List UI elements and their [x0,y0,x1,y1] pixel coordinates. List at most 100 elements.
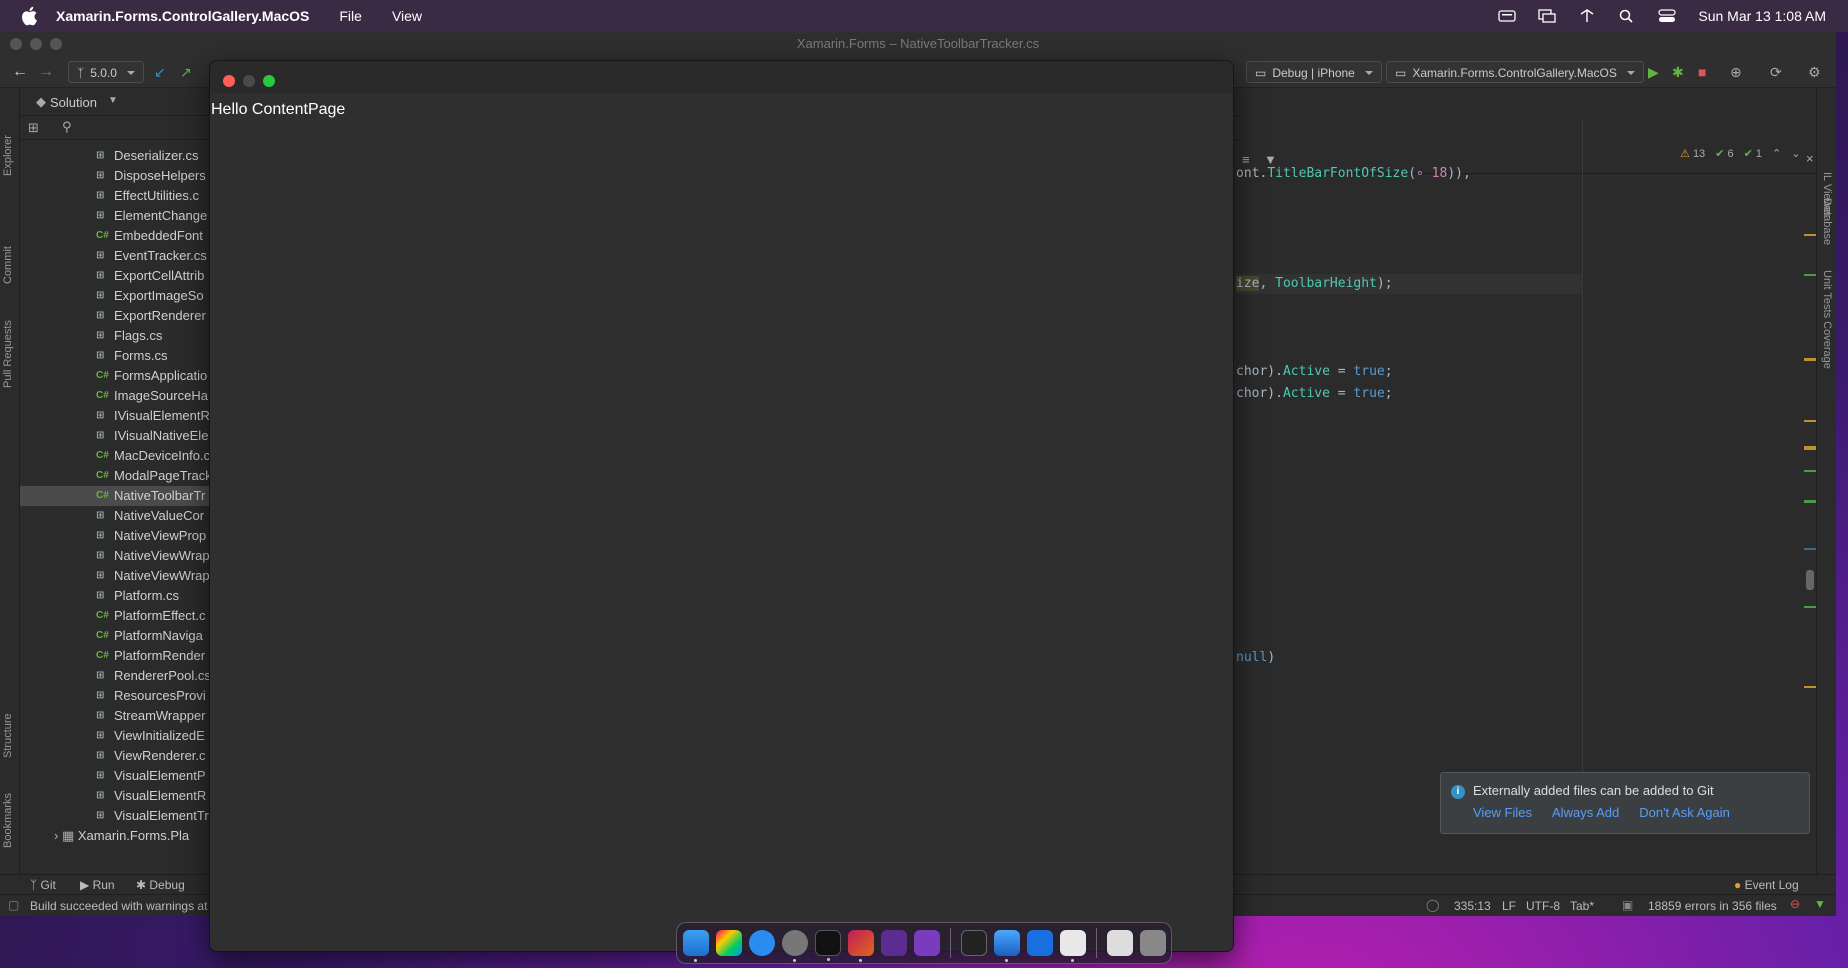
forward-arrow-icon[interactable]: → [38,61,54,83]
file-tree-item[interactable]: ⊞ Flags.cs [20,326,210,346]
minimize-button-inactive[interactable] [30,38,42,50]
file-tree-item[interactable]: ⊞ IVisualNativeEle [20,426,210,446]
dont-ask-again-link[interactable]: Don't Ask Again [1639,805,1730,820]
marker-warning[interactable] [1804,446,1816,450]
zoom-button-inactive[interactable] [50,38,62,50]
zoom-button[interactable] [263,75,275,87]
menu-file[interactable]: File [339,8,362,24]
file-tree-item[interactable]: C# NativeToolbarTr [20,486,210,506]
ok-count[interactable]: ✔ 1 [1744,147,1762,160]
file-tree-item[interactable]: C# PlatformRender [20,646,210,666]
always-add-link[interactable]: Always Add [1552,805,1619,820]
visual-studio-preview-icon[interactable] [914,930,940,956]
keyboard-icon[interactable] [1498,9,1517,23]
push-icon[interactable]: ↗ [180,61,192,83]
bootstrap-studio-icon[interactable] [1027,930,1053,956]
indent-setting[interactable]: Tab* [1570,899,1594,913]
weak-warning-count[interactable]: ✔ 6 [1715,147,1733,160]
marker-warning[interactable] [1804,420,1816,422]
marker-change[interactable] [1804,500,1816,503]
system-preferences-icon[interactable] [782,930,808,962]
trash-icon[interactable] [1140,930,1166,956]
update-project-icon[interactable]: ↙ [154,61,166,83]
run-target-selector[interactable]: ▭ Xamarin.Forms.ControlGallery.MacOS [1386,61,1644,83]
minimize-button[interactable] [243,75,255,87]
app-title-bar[interactable] [210,61,1233,93]
file-tree-item[interactable]: C# FormsApplicatio [20,366,210,386]
lock-icon[interactable]: ▣ [1622,898,1633,912]
app-menu-name[interactable]: Xamarin.Forms.ControlGallery.MacOS [56,8,309,24]
tab-run[interactable]: ▶ Run [80,878,115,892]
list-icon[interactable]: ≡ [1242,152,1250,167]
spotlight-search-icon[interactable] [1618,9,1636,23]
search-icon[interactable]: ⚲ [62,119,72,135]
attach-icon[interactable]: ⊕ [1730,61,1742,83]
menubar-clock[interactable]: Sun Mar 13 1:08 AM [1698,8,1826,24]
file-tree-item[interactable]: ⊞ Platform.cs [20,586,210,606]
file-tree-item[interactable]: ⊞ ExportCellAttrib [20,266,210,286]
network-icon[interactable] [1578,9,1596,23]
apple-icon[interactable] [18,4,42,28]
chevron-up-icon[interactable]: ⌃ [1772,147,1781,160]
event-log-tab[interactable]: ● Event Log [1734,878,1799,892]
solution-view-icon[interactable]: ◆ [36,94,46,110]
file-tree-item[interactable]: ⊞ Deserializer.cs [20,146,210,166]
tab-structure[interactable]: Structure [2,713,14,758]
launchpad-icon[interactable] [716,930,742,956]
stop-icon[interactable]: ■ [1698,61,1706,83]
tab-bookmarks[interactable]: Bookmarks [2,793,14,848]
file-encoding[interactable]: UTF-8 [1526,899,1560,913]
view-files-link[interactable]: View Files [1473,805,1532,820]
file-tree-item[interactable]: ⊞ ViewRenderer.c [20,746,210,766]
file-tree-item[interactable]: C# ModalPageTrack [20,466,210,486]
file-tree-item[interactable]: ⊞ NativeValueCor [20,506,210,526]
file-tree-item[interactable]: ⊞ VisualElementP [20,766,210,786]
tab-explorer[interactable]: Explorer [2,135,14,176]
collapse-all-icon[interactable]: ⊞ [28,120,39,136]
file-tree-item[interactable]: ⊞ EventTracker.cs [20,246,210,266]
error-indicator-icon[interactable]: ⊖ [1790,897,1800,911]
safari-icon[interactable] [749,930,775,956]
tab-unit-tests-coverage[interactable]: Unit Tests Coverage [1821,270,1833,369]
terminal-icon[interactable] [815,930,841,961]
tab-commit[interactable]: Commit [2,246,14,284]
toggle-tool-windows-icon[interactable]: ▢ [8,898,19,912]
file-tree-item[interactable]: ⊞ NativeViewWrap [20,546,210,566]
marker-change[interactable] [1804,606,1816,608]
close-icon[interactable]: × [1806,151,1814,166]
file-tree-item[interactable]: ⊞ ExportImageSo [20,286,210,306]
branch-selector[interactable]: ᛉ 5.0.0 [68,61,144,83]
file-tree-item[interactable]: ⊞ ResourcesProvi [20,686,210,706]
error-count[interactable]: 18859 errors in 356 files [1648,899,1777,913]
file-tree-item[interactable]: ⊞ VisualElementTr [20,806,210,826]
xcode-icon[interactable] [994,930,1020,962]
inspection-status-icon[interactable]: ▼ [1814,897,1826,911]
chevron-down-icon[interactable]: ⌄ [1791,147,1800,160]
menu-view[interactable]: View [392,8,422,24]
file-tree-item[interactable]: C# PlatformEffect.c [20,606,210,626]
file-tree-item[interactable]: ⊞ NativeViewWrap [20,566,210,586]
filter-icon[interactable]: ▼ [1264,152,1277,167]
warning-count[interactable]: ⚠ 13 [1680,147,1705,160]
chevron-down-icon[interactable]: ▼ [108,95,118,106]
status-message[interactable]: Build succeeded with warnings at [30,899,207,913]
run-icon[interactable]: ▶ [1648,61,1659,83]
file-tree-item[interactable]: ⊞ ExportRenderer [20,306,210,326]
downloads-stack-icon[interactable] [1107,930,1133,956]
file-tree-item[interactable]: ⊞ DisposeHelpers [20,166,210,186]
marker-change[interactable] [1804,470,1816,472]
configuration-selector[interactable]: ▭ Debug | iPhone [1246,61,1382,83]
finder-icon[interactable] [683,930,709,962]
tab-debug[interactable]: ✱ Debug [136,878,185,892]
project-node[interactable]: › ▦ Xamarin.Forms.Pla [20,826,210,846]
marker-warning[interactable] [1804,234,1816,236]
settings-gear-icon[interactable]: ⚙ [1808,61,1821,83]
file-tree-item[interactable]: ⊞ NativeViewProp [20,526,210,546]
chevron-right-icon[interactable]: › [54,828,58,843]
debug-icon[interactable]: ✱ [1672,61,1684,83]
visual-studio-icon[interactable] [881,930,907,956]
file-tree-item[interactable]: ⊞ ViewInitializedE [20,726,210,746]
activity-monitor-icon[interactable] [961,930,987,956]
file-tree-item[interactable]: C# MacDeviceInfo.c [20,446,210,466]
preview-icon[interactable] [1060,930,1086,962]
